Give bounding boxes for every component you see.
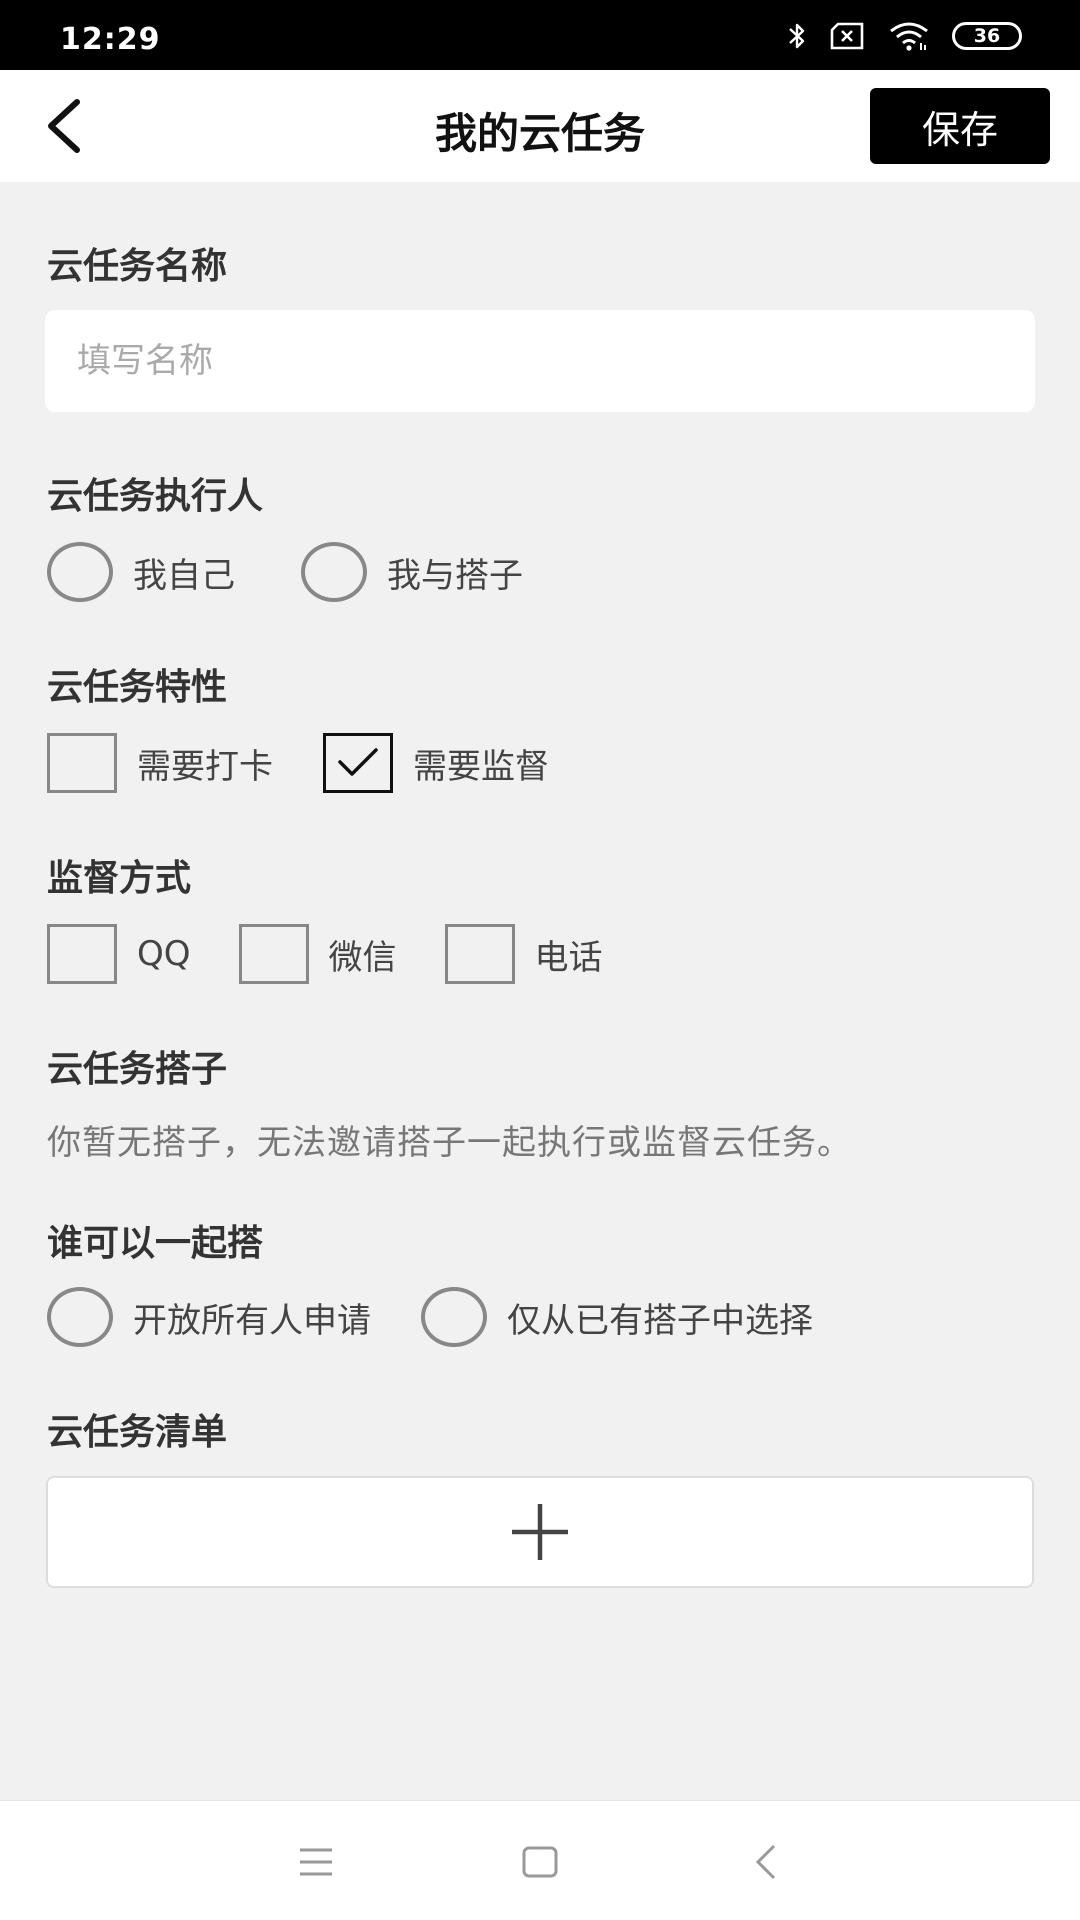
save-button[interactable]: 保存 <box>870 88 1050 164</box>
option-label: 我与搭子 <box>387 555 523 596</box>
battery-icon: 36 <box>952 22 1022 50</box>
wifi-icon <box>888 21 930 51</box>
bluetooth-icon <box>786 21 808 51</box>
executor-option-with-partner[interactable]: 我与搭子 <box>301 542 523 602</box>
checkbox-checked[interactable] <box>323 733 393 793</box>
add-task-button[interactable] <box>46 1476 1034 1588</box>
feature-label: 云任务特性 <box>47 667 228 708</box>
supervise-option-qq[interactable]: QQ <box>47 924 191 984</box>
join-label: 谁可以一起搭 <box>47 1223 264 1264</box>
partner-note: 你暂无搭子，无法邀请搭子一起执行或监督云任务。 <box>47 1123 852 1163</box>
plus-icon <box>512 1504 568 1560</box>
option-label: 微信 <box>328 937 397 978</box>
back-triangle-icon <box>755 1844 776 1880</box>
checkbox[interactable] <box>444 924 515 984</box>
executor-label: 云任务执行人 <box>47 476 264 517</box>
join-option-existing-partners[interactable]: 仅从已有搭子中选择 <box>421 1287 813 1347</box>
task-name-label: 云任务名称 <box>47 246 228 287</box>
partner-label: 云任务搭子 <box>47 1049 228 1090</box>
radio-button[interactable] <box>421 1287 487 1347</box>
status-icons: 36 <box>786 20 1022 52</box>
checkbox[interactable] <box>238 924 309 984</box>
menu-icon <box>300 1848 332 1876</box>
app-bar: 我的云任务 保存 <box>0 70 1080 182</box>
radio-button[interactable] <box>301 542 367 602</box>
sim-off-icon <box>830 22 866 50</box>
option-label: 需要打卡 <box>137 746 273 787</box>
option-label: QQ <box>137 934 191 974</box>
join-option-open-all[interactable]: 开放所有人申请 <box>47 1287 371 1347</box>
supervise-option-wechat[interactable]: 微信 <box>238 924 397 984</box>
option-label: 我自己 <box>133 555 235 596</box>
executor-options: 我自己 我与搭子 <box>47 542 523 602</box>
supervise-options: QQ 微信 电话 <box>47 924 603 984</box>
option-label: 仅从已有搭子中选择 <box>507 1300 813 1341</box>
status-bar: 12:29 36 <box>0 0 1080 70</box>
system-back-button[interactable] <box>736 1833 796 1891</box>
menu-button[interactable] <box>286 1833 346 1891</box>
supervise-option-phone[interactable]: 电话 <box>444 924 603 984</box>
join-options: 开放所有人申请 仅从已有搭子中选择 <box>47 1287 813 1347</box>
task-list-label: 云任务清单 <box>47 1412 228 1453</box>
option-label: 电话 <box>534 937 603 978</box>
checkbox[interactable] <box>47 924 117 984</box>
status-time: 12:29 <box>60 22 161 57</box>
feature-options: 需要打卡 需要监督 <box>47 733 549 793</box>
home-square-icon <box>522 1846 558 1878</box>
system-nav-bar <box>0 1800 1080 1920</box>
option-label: 需要监督 <box>413 746 549 787</box>
option-label: 开放所有人申请 <box>133 1300 371 1341</box>
radio-button[interactable] <box>47 1287 113 1347</box>
home-button[interactable] <box>510 1833 570 1891</box>
checkbox[interactable] <box>47 733 117 793</box>
task-name-input[interactable] <box>45 310 1035 412</box>
executor-option-self[interactable]: 我自己 <box>47 542 235 602</box>
checkmark-icon <box>338 748 378 776</box>
feature-option-supervise[interactable]: 需要监督 <box>323 733 549 793</box>
feature-option-checkin[interactable]: 需要打卡 <box>47 733 273 793</box>
supervise-method-label: 监督方式 <box>47 858 192 899</box>
radio-button[interactable] <box>47 542 113 602</box>
